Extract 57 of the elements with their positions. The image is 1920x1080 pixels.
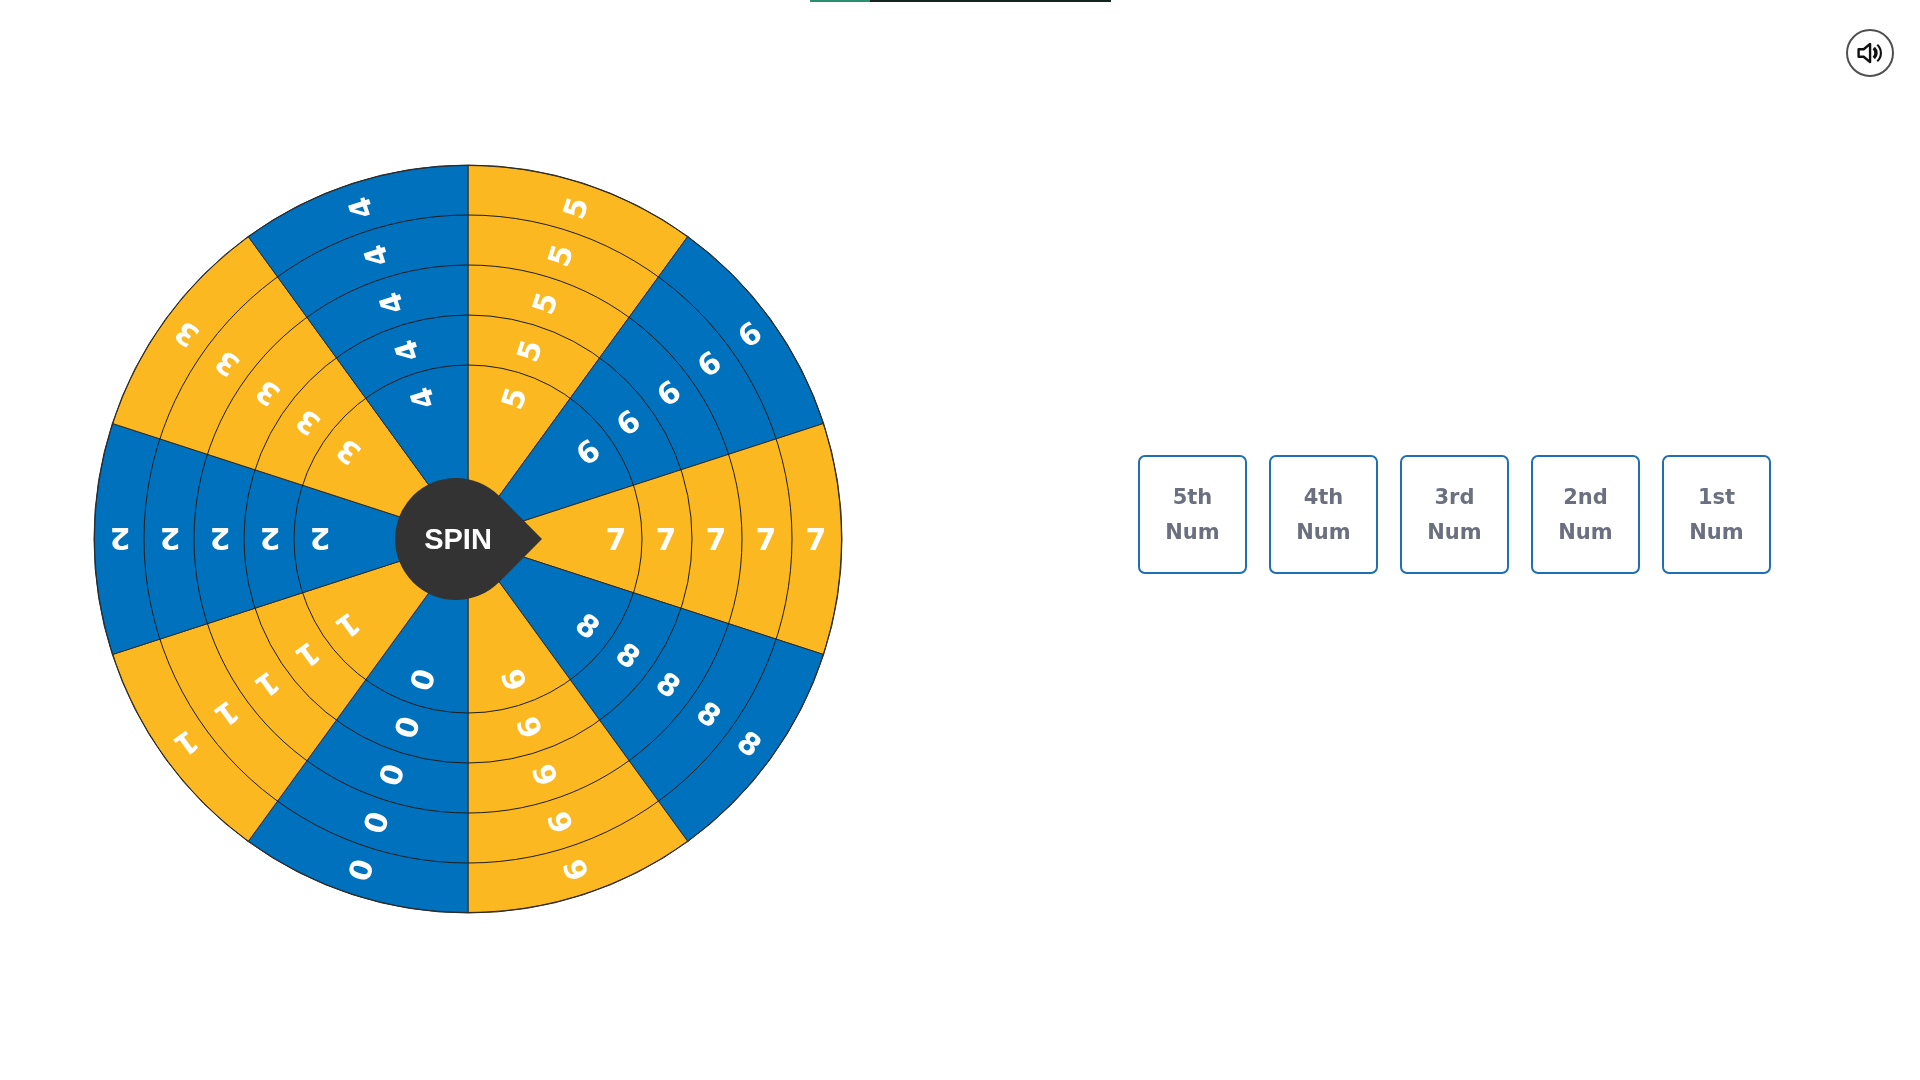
wheel-number: 6	[650, 373, 688, 414]
wheel-number: 2	[209, 521, 231, 557]
wheel-number: 4	[356, 240, 397, 271]
number-slot: 4th Num	[1269, 455, 1378, 574]
wheel-number: 2	[309, 521, 331, 557]
wheel-number: 3	[289, 402, 327, 443]
number-slot: 5th Num	[1138, 455, 1247, 574]
wheel-number: 7	[755, 521, 777, 557]
wheel-number: 4	[371, 287, 412, 319]
sound-button[interactable]	[1846, 29, 1894, 77]
wheel-number: 8	[568, 605, 607, 647]
number-slot: 2nd Num	[1531, 455, 1640, 574]
wheel-number: 2	[109, 521, 131, 557]
wheel-number: 0	[386, 711, 427, 743]
wheel-number: 8	[690, 694, 728, 735]
wheel-number: 3	[167, 313, 206, 355]
wheel-number: 6	[569, 431, 607, 473]
wheel-number: 1	[329, 605, 367, 647]
number-slot: 1st Num	[1662, 455, 1771, 574]
wheel-number: 9	[524, 759, 565, 791]
wheel-number: 5	[540, 240, 581, 271]
wheel-number: 3	[248, 372, 287, 414]
wheel-number: 9	[493, 664, 534, 696]
wheel-number: 6	[690, 343, 728, 385]
wheel-number: 5	[494, 383, 534, 414]
wheel-number: 3	[208, 343, 246, 384]
wheel-number: 0	[355, 807, 396, 838]
wheel-number: 1	[167, 723, 205, 764]
wheel-number: 2	[159, 521, 181, 557]
spin-button[interactable]: SPIN	[395, 478, 542, 600]
wheel-number: 0	[340, 854, 381, 886]
wheel-number: 4	[402, 382, 443, 414]
wheel-number: 1	[248, 664, 286, 705]
wheel-number: 8	[609, 635, 647, 676]
wheel-number: 1	[288, 634, 327, 676]
wheel-number: 6	[609, 402, 648, 444]
wheel-number: 7	[805, 521, 827, 557]
wheel-number: 9	[509, 712, 549, 743]
wheel-number: 2	[259, 521, 281, 557]
wheel-number: 3	[329, 431, 368, 473]
wheel-number: 9	[555, 854, 596, 886]
number-slot: 3rd Num	[1400, 455, 1509, 574]
wheel-number: 7	[655, 521, 677, 557]
wheel-number: 0	[402, 664, 442, 695]
wheel-number: 9	[539, 807, 580, 838]
wheel-number: 8	[649, 664, 688, 706]
wheel-number: 4	[387, 335, 427, 366]
wheel-number: 5	[509, 335, 550, 367]
wheel-number: 5	[555, 192, 596, 224]
wheel-number: 6	[731, 314, 769, 355]
wheel-number: 5	[525, 287, 565, 319]
wheel-number: 8	[730, 723, 769, 765]
wheel-number: 7	[605, 521, 627, 557]
wheel-number: 7	[705, 521, 727, 557]
wheel-number: 1	[208, 693, 246, 735]
wheel-number: 4	[340, 192, 381, 224]
wheel-number: 0	[371, 759, 411, 791]
